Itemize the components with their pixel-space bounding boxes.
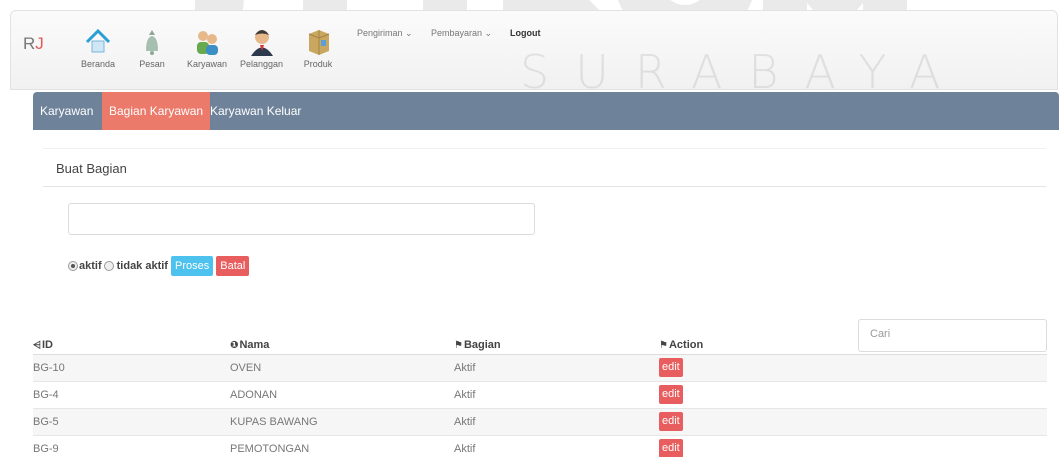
cell-id: BG-4 bbox=[33, 381, 230, 409]
edit-button[interactable]: edit bbox=[659, 358, 683, 377]
nav-produk[interactable]: Produk bbox=[303, 27, 333, 69]
cell-bagian: Aktif bbox=[454, 408, 659, 436]
cell-id: BG-10 bbox=[33, 354, 230, 382]
customer-icon bbox=[240, 27, 283, 57]
cell-id: BG-9 bbox=[33, 435, 230, 457]
edit-button[interactable]: edit bbox=[659, 385, 683, 404]
bagian-name-input[interactable] bbox=[68, 203, 535, 235]
col-bagian-header[interactable]: ⚑Bagian bbox=[454, 334, 659, 355]
menu-pengiriman[interactable]: Pengiriman ⌄ bbox=[357, 28, 413, 39]
radio-aktif[interactable] bbox=[68, 261, 78, 271]
proses-button[interactable]: Proses bbox=[170, 256, 214, 276]
batal-button[interactable]: Batal bbox=[216, 256, 250, 276]
edit-button[interactable]: edit bbox=[659, 412, 683, 431]
cell-bagian: Aktif bbox=[454, 354, 659, 382]
cell-bagian: Aktif bbox=[454, 381, 659, 409]
bullhorn-icon: ⩤ bbox=[33, 339, 41, 351]
form-title: Buat Bagian bbox=[56, 161, 127, 176]
nav-pesan[interactable]: Pesan bbox=[137, 27, 167, 69]
info-icon: ❶ bbox=[230, 339, 239, 351]
nav-karyawan-label: Karyawan bbox=[187, 59, 228, 69]
box-icon bbox=[303, 27, 333, 57]
brand-logo[interactable]: RJ bbox=[23, 34, 44, 54]
col-id-header[interactable]: ⩤ID bbox=[33, 334, 230, 355]
table-header-row: ⩤ID ❶Nama ⚑Bagian ⚑Action bbox=[33, 334, 1047, 355]
nav-pelanggan[interactable]: Pelanggan bbox=[240, 27, 283, 69]
radio-aktif-label: aktif bbox=[79, 260, 102, 272]
bagian-table: ⩤ID ❶Nama ⚑Bagian ⚑Action BG-10 OVEN Akt… bbox=[33, 334, 1047, 457]
nav-pesan-label: Pesan bbox=[139, 59, 165, 69]
table-row: BG-4 ADONAN Aktif edit bbox=[33, 381, 1047, 409]
divider bbox=[43, 186, 1046, 187]
cell-id: BG-5 bbox=[33, 408, 230, 436]
nav-karyawan[interactable]: Karyawan bbox=[187, 27, 227, 69]
cell-nama: ADONAN bbox=[230, 381, 454, 409]
nav-produk-label: Produk bbox=[303, 59, 333, 69]
radio-tidak-aktif[interactable] bbox=[103, 261, 114, 271]
home-icon bbox=[81, 27, 115, 57]
cell-bagian: Aktif bbox=[454, 435, 659, 457]
bell-icon bbox=[137, 27, 167, 57]
radio-tidak-aktif-label: tidak aktif bbox=[116, 260, 168, 272]
table-row: BG-9 PEMOTONGAN Aktif edit bbox=[33, 435, 1047, 457]
col-nama-header[interactable]: ❶Nama bbox=[230, 334, 454, 355]
table-row: BG-5 KUPAS BAWANG Aktif edit bbox=[33, 408, 1047, 436]
tab-karyawan-keluar[interactable]: Karyawan Keluar bbox=[203, 92, 308, 130]
nav-beranda-label: Beranda bbox=[81, 59, 116, 69]
status-radio-group: aktif tidak aktif Proses Batal bbox=[68, 256, 250, 276]
cell-nama: PEMOTONGAN bbox=[230, 435, 454, 457]
logout-link[interactable]: Logout bbox=[510, 28, 541, 38]
flag-icon: ⚑ bbox=[659, 339, 668, 351]
tab-karyawan[interactable]: Karyawan bbox=[33, 92, 100, 130]
col-action-header[interactable]: ⚑Action bbox=[659, 334, 1047, 355]
flag-icon: ⚑ bbox=[454, 339, 463, 351]
panel-top-border bbox=[43, 148, 1046, 149]
nav-beranda[interactable]: Beranda bbox=[81, 27, 115, 69]
cell-nama: KUPAS BAWANG bbox=[230, 408, 454, 436]
cell-nama: OVEN bbox=[230, 354, 454, 382]
tab-bar: Karyawan Bagian Karyawan Karyawan Keluar bbox=[33, 92, 1059, 130]
tab-bagian-karyawan[interactable]: Bagian Karyawan bbox=[102, 92, 211, 130]
nav-pelanggan-label: Pelanggan bbox=[240, 59, 284, 69]
users-icon bbox=[187, 27, 227, 57]
edit-button[interactable]: edit bbox=[659, 439, 683, 457]
top-navbar: RJ Beranda Pesan Karyawan Pelanggan Prod… bbox=[10, 10, 1058, 90]
menu-pembayaran[interactable]: Pembayaran ⌄ bbox=[431, 28, 492, 39]
table-row: BG-10 OVEN Aktif edit bbox=[33, 354, 1047, 382]
